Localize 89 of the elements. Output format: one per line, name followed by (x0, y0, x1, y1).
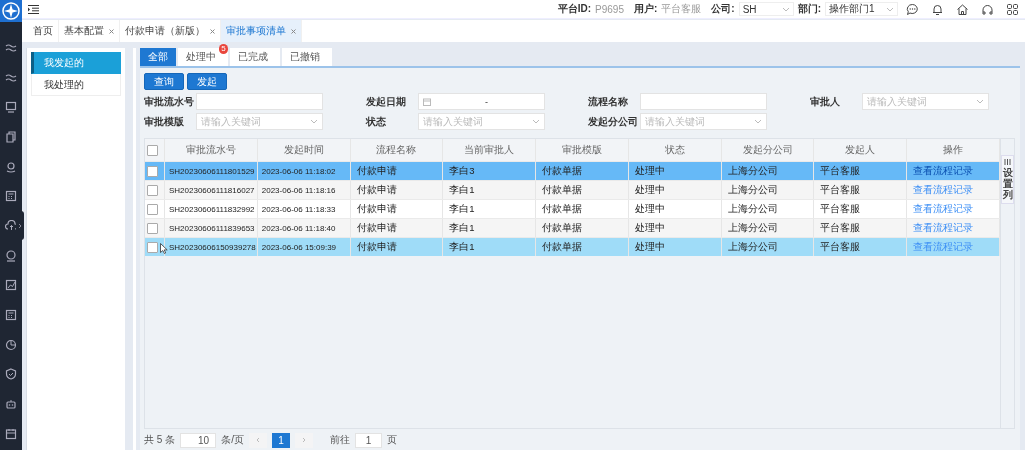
chevron-right-icon (301, 437, 306, 443)
calendar-icon (423, 97, 431, 106)
date-range-field[interactable]: - (418, 93, 545, 110)
checkbox[interactable] (147, 222, 158, 234)
side-menu-item[interactable]: 我处理的 (31, 74, 121, 96)
calendar-icon[interactable] (5, 427, 17, 440)
columns-icon (1004, 159, 1011, 165)
checkbox[interactable] (147, 241, 158, 253)
waves-icon[interactable] (5, 42, 17, 53)
page-size-select[interactable]: 10 (180, 432, 217, 448)
close-icon[interactable] (109, 28, 114, 34)
cursor-icon (160, 243, 168, 254)
shield-check-icon[interactable] (5, 368, 17, 381)
table-cell: 处理中 (628, 238, 722, 256)
menu-indent-icon[interactable] (28, 4, 39, 14)
page-button[interactable]: 1 (271, 432, 290, 448)
platform-id-label: 平台ID: (557, 2, 592, 16)
line-chart-icon[interactable] (5, 279, 17, 292)
table-cell: 付款申请 (350, 238, 444, 256)
table-cell: 李白1 (443, 238, 537, 256)
filter-label: 发起日期 (366, 94, 407, 109)
close-icon[interactable] (291, 28, 296, 34)
grid-icon[interactable] (1006, 2, 1019, 16)
user-value: 平台客服 (661, 2, 702, 16)
company-label: 公司: (711, 2, 735, 16)
input-field[interactable] (640, 93, 767, 110)
checkbox[interactable] (147, 184, 158, 196)
cloud-upload-icon[interactable] (4, 220, 18, 232)
company-select[interactable]: SH (738, 2, 794, 16)
filter-label: 状态 (366, 114, 387, 129)
chevron-down-icon (886, 6, 894, 12)
filter-label: 审批流水号 (144, 94, 195, 109)
calculator-icon[interactable] (5, 309, 17, 322)
input-field[interactable] (196, 93, 323, 110)
chevron-down-icon (781, 6, 790, 12)
home-icon[interactable] (956, 2, 969, 16)
department-label: 部门: (797, 2, 821, 16)
goto-label: 前往 (329, 433, 350, 447)
waves-icon[interactable] (5, 72, 17, 83)
calculator-icon[interactable] (5, 190, 17, 203)
checkbox[interactable] (147, 144, 158, 156)
chevron-right-icon (18, 222, 22, 229)
department-select[interactable]: 操作部门1 (825, 2, 898, 16)
page-tab[interactable]: 审批事项清单 (221, 20, 302, 42)
table-cell: 付款单据 (536, 238, 629, 256)
monitor-icon[interactable] (5, 101, 17, 114)
status-tab[interactable]: 已撤销 (282, 48, 332, 66)
headset-icon[interactable] (981, 2, 994, 16)
action-button[interactable]: 发起 (187, 73, 227, 90)
page-size-unit: 条/页 (221, 433, 244, 447)
goto-page-field[interactable]: 1 (354, 432, 382, 448)
page-tab[interactable]: 基本配置 (59, 20, 120, 42)
filter-label: 流程名称 (588, 94, 629, 109)
table-cell: 2023-06-06 15:09:39 (257, 238, 351, 256)
table-row[interactable]: SH20230606111832992 2023-06-06 11:18:33 付款申请 李白1 付款单据 处理中 上海分公司 平台客服 查看流程记录 (145, 199, 1000, 218)
chevron-down-icon (532, 119, 540, 124)
document-icon[interactable] (5, 130, 17, 143)
checkbox[interactable] (147, 203, 158, 215)
page-tab[interactable]: 首页 (28, 20, 59, 42)
user-label: 用户: (633, 2, 658, 16)
goto-unit: 页 (386, 433, 397, 447)
table-row[interactable]: SH20230606150939278 2023-06-06 15:09:39 付款申请 李白1 付款单据 处理中 上海分公司 平台客服 查看流程记录 (145, 237, 1000, 256)
close-icon[interactable] (210, 28, 215, 34)
column-settings-button[interactable]: 设置列 (1001, 155, 1014, 204)
filter-label: 发起分公司 (588, 114, 639, 129)
chevron-down-icon (754, 119, 762, 124)
table-cell: 平台客服 (814, 238, 908, 256)
total-count: 共 5 条 (144, 433, 176, 447)
count-badge: 5 (219, 44, 228, 54)
table-row[interactable]: SH20230606111839653 2023-06-06 11:18:40 付款申请 李白1 付款单据 处理中 上海分公司 平台客服 查看流程记录 (145, 218, 1000, 237)
platform-id-value: P9695 (595, 3, 624, 15)
pie-chart-icon[interactable] (5, 338, 17, 351)
bell-icon[interactable] (931, 2, 944, 16)
table-row[interactable]: SH20230606111816027 2023-06-06 11:18:16 付款申请 李白1 付款单据 处理中 上海分公司 平台客服 查看流程记录 (145, 180, 1000, 199)
chevron-down-icon (976, 99, 984, 104)
table-cell: 上海分公司 (721, 238, 815, 256)
chevron-left-icon (255, 437, 260, 443)
table-cell: SH20230606150939278 (165, 238, 258, 256)
filter-label: 审批模版 (144, 114, 185, 129)
checkbox[interactable] (147, 165, 158, 177)
table-row[interactable]: SH20230606111801529 2023-06-06 11:18:02 付款申请 李白3 付款单据 处理中 上海分公司 平台客服 查看流程记录 (145, 161, 1000, 180)
action-button[interactable]: 查询 (144, 73, 184, 90)
status-tab[interactable]: 全部 (140, 48, 176, 66)
robot-icon[interactable] (5, 398, 17, 411)
chat-icon[interactable] (906, 2, 919, 16)
logo-tile[interactable] (0, 0, 22, 22)
filter-label: 审批人 (810, 94, 841, 109)
status-tab[interactable]: 已完成 (230, 48, 280, 66)
chevron-down-icon (310, 119, 318, 124)
